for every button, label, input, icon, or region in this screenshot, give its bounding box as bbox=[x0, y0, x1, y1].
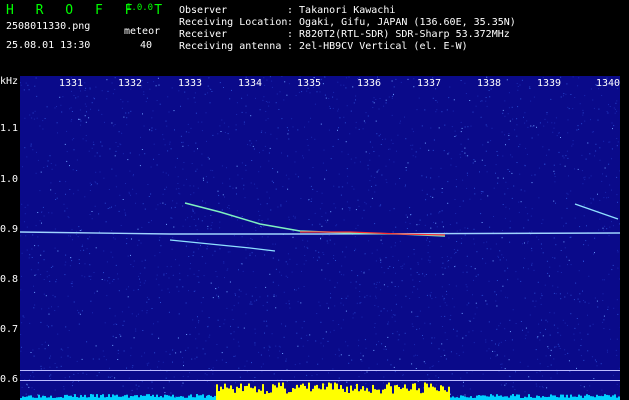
x-tick: 1340 bbox=[595, 78, 621, 89]
x-tick: 1337 bbox=[416, 78, 442, 89]
x-tick: 1336 bbox=[356, 78, 382, 89]
signal-strength-graph bbox=[20, 382, 620, 400]
location-key: Receiving Location bbox=[179, 17, 288, 28]
y-tick: 0.7 bbox=[0, 324, 19, 335]
app-version: 1.0.0 bbox=[126, 3, 154, 13]
spectrogram-plot bbox=[20, 76, 620, 400]
x-tick: 1331 bbox=[58, 78, 84, 89]
antenna-key: Receiving antenna bbox=[179, 41, 282, 52]
spectrogram-canvas bbox=[20, 76, 620, 400]
observer-value: : Takanori Kawachi bbox=[287, 5, 396, 16]
x-tick: 1332 bbox=[117, 78, 143, 89]
receiver-value: : R820T2(RTL-SDR) SDR-Sharp 53.372MHz bbox=[287, 29, 510, 40]
location-value: : Ogaki, Gifu, JAPAN (136.60E, 35.35N) bbox=[287, 17, 516, 28]
y-axis-unit: kHz bbox=[0, 76, 19, 87]
signal-bars bbox=[20, 382, 620, 400]
y-tick: 0.8 bbox=[0, 274, 19, 285]
receiver-key: Receiver bbox=[179, 29, 228, 40]
x-tick: 1333 bbox=[177, 78, 203, 89]
antenna-value: : 2el-HB9CV Vertical (el. E-W) bbox=[287, 41, 468, 52]
y-tick: 0.6 bbox=[0, 374, 19, 385]
x-tick: 1339 bbox=[536, 78, 562, 89]
meteor-echo-trace bbox=[169, 239, 276, 252]
x-tick: 1334 bbox=[237, 78, 263, 89]
time-axis: 1331 1332 1333 1334 1335 1336 1337 1338 … bbox=[0, 76, 629, 90]
observer-key: Observer bbox=[179, 5, 228, 16]
y-tick: 1.0 bbox=[0, 174, 19, 185]
capture-datetime: 25.08.01 13:30 bbox=[6, 40, 91, 51]
meteor-count: 40 bbox=[140, 40, 153, 51]
x-tick: 1338 bbox=[476, 78, 502, 89]
threshold-line-upper bbox=[20, 370, 620, 371]
noise-texture bbox=[20, 76, 620, 400]
meteor-echo-trace bbox=[574, 203, 619, 220]
meteor-label: meteor bbox=[124, 26, 161, 37]
file-name: 2508011330.png bbox=[6, 21, 91, 32]
header-panel: H R O F F T 1.0.0 2508011330.png 25.08.0… bbox=[0, 0, 629, 76]
y-tick: 0.9 bbox=[0, 224, 19, 235]
meteor-echo-trace bbox=[184, 202, 446, 237]
y-tick: 1.1 bbox=[0, 123, 19, 134]
x-tick: 1335 bbox=[296, 78, 322, 89]
